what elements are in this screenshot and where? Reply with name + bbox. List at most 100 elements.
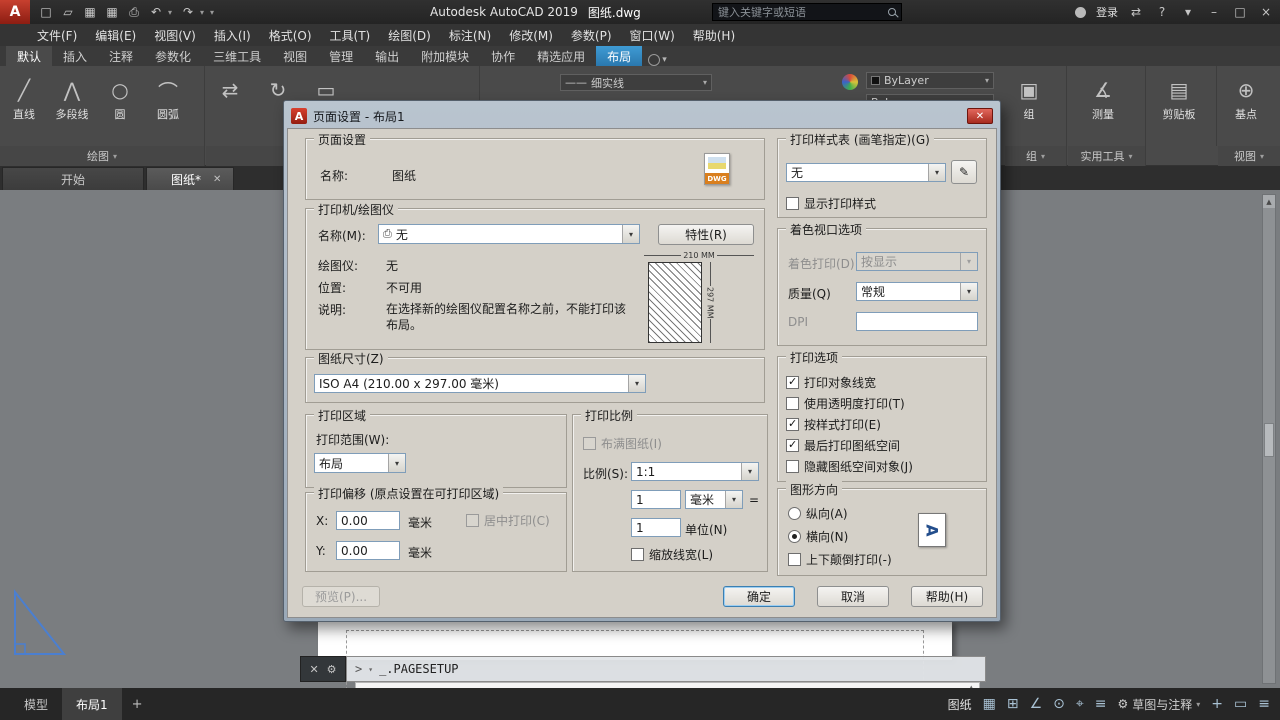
undo-icon[interactable]: ↶ bbox=[146, 5, 166, 19]
help-icon[interactable]: ? bbox=[1154, 5, 1170, 19]
menu-help[interactable]: 帮助(H) bbox=[684, 24, 744, 46]
plot-style-dropdown[interactable]: 无 ▾ bbox=[786, 163, 946, 182]
signin-link[interactable]: 登录 bbox=[1096, 4, 1118, 20]
tab-close-icon[interactable]: ✕ bbox=[213, 174, 221, 185]
chevron-down-icon[interactable]: ▾ bbox=[388, 454, 405, 472]
user-avatar[interactable] bbox=[1075, 6, 1086, 18]
y-offset-field[interactable]: 0.00 bbox=[336, 541, 400, 560]
ribbon-tab-annotate[interactable]: 注释 bbox=[98, 46, 144, 66]
save-as-icon[interactable]: ▦ bbox=[102, 5, 122, 19]
paper-space-button[interactable]: 图纸 bbox=[948, 696, 972, 713]
qat-customize-icon[interactable]: ▾ bbox=[210, 8, 218, 17]
customization-icon[interactable]: ≡ bbox=[1258, 696, 1270, 712]
dialog-close-button[interactable]: ✕ bbox=[967, 108, 993, 124]
menu-edit[interactable]: 编辑(E) bbox=[86, 24, 145, 46]
crosshair-icon[interactable]: ⌖ bbox=[1076, 696, 1084, 712]
paper-units-field[interactable]: 1 bbox=[631, 490, 681, 509]
exchange-apps-icon[interactable]: ⇄ bbox=[1128, 5, 1144, 19]
ribbon-tab-layout[interactable]: 布局 bbox=[596, 46, 643, 66]
open-file-icon[interactable]: ▱ bbox=[58, 5, 78, 19]
scrollbar-thumb[interactable] bbox=[1264, 423, 1274, 457]
tab-start[interactable]: 开始 bbox=[2, 167, 145, 190]
minimize-button[interactable]: – bbox=[1206, 5, 1222, 19]
chevron-down-icon[interactable]: ▾ bbox=[628, 375, 645, 392]
fit-to-paper-checkbox[interactable]: 布满图纸(I) bbox=[583, 435, 662, 452]
chevron-down-icon[interactable]: ▾ bbox=[622, 225, 639, 243]
wrench-icon[interactable]: ⚙ bbox=[327, 663, 337, 676]
linetype-dropdown[interactable]: —— 细实线 ▾ bbox=[560, 74, 712, 91]
ribbon-tab-insert[interactable]: 插入 bbox=[52, 46, 98, 66]
dialog-titlebar[interactable]: A 页面设置 - 布局1 ✕ bbox=[287, 104, 997, 128]
measure-tool[interactable]: ∡ 测量 bbox=[1068, 66, 1138, 122]
undo-dropdown-icon[interactable]: ▾ bbox=[168, 8, 176, 17]
hide-paperspace-objects-checkbox[interactable]: 隐藏图纸空间对象(J) bbox=[786, 458, 913, 475]
ribbon-tab-addins[interactable]: 附加模块 bbox=[410, 46, 480, 66]
command-input[interactable]: > ▾ _.PAGESETUP bbox=[346, 656, 986, 682]
center-plot-checkbox[interactable]: 居中打印(C) bbox=[466, 512, 550, 529]
menu-draw[interactable]: 绘图(D) bbox=[379, 24, 440, 46]
menu-window[interactable]: 窗口(W) bbox=[621, 24, 684, 46]
osnap-icon[interactable]: ⊙ bbox=[1053, 696, 1065, 712]
drawing-units-field[interactable]: 1 bbox=[631, 518, 681, 537]
ribbon-tab-featured[interactable]: 精选应用 bbox=[526, 46, 596, 66]
close-button[interactable]: × bbox=[1258, 5, 1274, 19]
polyline-tool[interactable]: ⋀ 多段线 bbox=[48, 66, 96, 122]
group-tool[interactable]: ▣ 组 bbox=[1005, 66, 1053, 122]
grid-icon[interactable]: ▦ bbox=[983, 696, 996, 712]
chevron-down-icon[interactable]: ▾ bbox=[725, 491, 742, 508]
arc-tool[interactable]: ⌒ 圆弧 bbox=[144, 66, 192, 122]
menu-file[interactable]: 文件(F) bbox=[28, 24, 86, 46]
ribbon-tab-parametric[interactable]: 参数化 bbox=[144, 46, 202, 66]
snap-icon[interactable]: ⊞ bbox=[1007, 696, 1019, 712]
scroll-up-icon[interactable]: ▲ bbox=[1263, 195, 1275, 208]
plot-transparency-checkbox[interactable]: 使用透明度打印(T) bbox=[786, 395, 905, 412]
search-input[interactable]: 键入关键字或短语 bbox=[712, 3, 902, 21]
tab-sheet[interactable]: 图纸* ✕ bbox=[146, 167, 235, 190]
new-file-icon[interactable]: □ bbox=[36, 5, 56, 19]
circle-tool[interactable]: ○ 圆 bbox=[96, 66, 144, 122]
search-icon[interactable] bbox=[888, 8, 896, 16]
chevron-down-icon[interactable]: ▾ bbox=[928, 164, 945, 181]
scale-dropdown[interactable]: 1:1 ▾ bbox=[631, 462, 759, 481]
workspace-switcher[interactable]: ⚙ 草图与注释 ▾ bbox=[1118, 696, 1201, 713]
plot-paperspace-last-checkbox[interactable]: 最后打印图纸空间 bbox=[786, 437, 900, 454]
view-panel-label[interactable]: 视图 ▾ bbox=[1218, 146, 1280, 166]
upside-down-checkbox[interactable]: 上下颠倒打印(-) bbox=[788, 551, 892, 568]
isolate-objects-icon[interactable]: ▭ bbox=[1234, 696, 1247, 712]
plot-icon[interactable]: ⎙ bbox=[124, 5, 144, 20]
recent-commands-icon[interactable]: ▾ bbox=[368, 665, 373, 674]
ok-button[interactable]: 确定 bbox=[723, 586, 795, 607]
edit-plot-style-button[interactable]: ✎ bbox=[951, 160, 977, 184]
redo-dropdown-icon[interactable]: ▾ bbox=[200, 8, 208, 17]
quality-dropdown[interactable]: 常规 ▾ bbox=[856, 282, 978, 301]
object-color-dropdown[interactable]: ByLayer ▾ bbox=[866, 72, 994, 89]
help-dropdown-icon[interactable]: ▾ bbox=[1180, 5, 1196, 19]
chevron-down-icon[interactable]: ▾ bbox=[960, 283, 977, 300]
help-button[interactable]: 帮助(H) bbox=[911, 586, 983, 607]
model-tab[interactable]: 模型 bbox=[10, 688, 62, 720]
plot-object-lineweights-checkbox[interactable]: 打印对象线宽 bbox=[786, 374, 876, 391]
ribbon-tab-home[interactable]: 默认 bbox=[6, 46, 53, 66]
ribbon-tab-3dtools[interactable]: 三维工具 bbox=[202, 46, 272, 66]
command-line-grip[interactable]: ✕ ⚙ bbox=[300, 656, 346, 682]
save-icon[interactable]: ▦ bbox=[80, 5, 100, 19]
ribbon-tab-collaborate[interactable]: 协作 bbox=[480, 46, 526, 66]
properties-button[interactable]: 特性(R) bbox=[658, 224, 754, 245]
paper-size-dropdown[interactable]: ISO A4 (210.00 x 297.00 毫米) ▾ bbox=[314, 374, 646, 393]
close-icon[interactable]: ✕ bbox=[309, 663, 318, 676]
redo-icon[interactable]: ↷ bbox=[178, 5, 198, 19]
menu-dimension[interactable]: 标注(N) bbox=[440, 24, 500, 46]
annotation-scale-icon[interactable]: + bbox=[1211, 696, 1223, 712]
portrait-radio[interactable]: 纵向(A) bbox=[788, 505, 848, 522]
autocad-logo-icon[interactable]: A bbox=[0, 0, 30, 24]
maximize-button[interactable]: □ bbox=[1232, 5, 1248, 19]
group-panel-label[interactable]: 组 ▾ bbox=[1005, 146, 1067, 166]
utilities-panel-label[interactable]: 实用工具 ▾ bbox=[1068, 146, 1146, 166]
display-plot-styles-checkbox[interactable]: 显示打印样式 bbox=[786, 195, 876, 212]
layout1-tab[interactable]: 布局1 bbox=[62, 688, 122, 720]
plot-range-dropdown[interactable]: 布局 ▾ bbox=[314, 453, 406, 473]
ribbon-tab-manage[interactable]: 管理 bbox=[318, 46, 364, 66]
polar-tracking-icon[interactable]: ∠ bbox=[1030, 696, 1043, 712]
new-layout-button[interactable]: + bbox=[122, 697, 153, 712]
paste-tool[interactable]: ▤ 剪贴板 bbox=[1147, 66, 1211, 122]
